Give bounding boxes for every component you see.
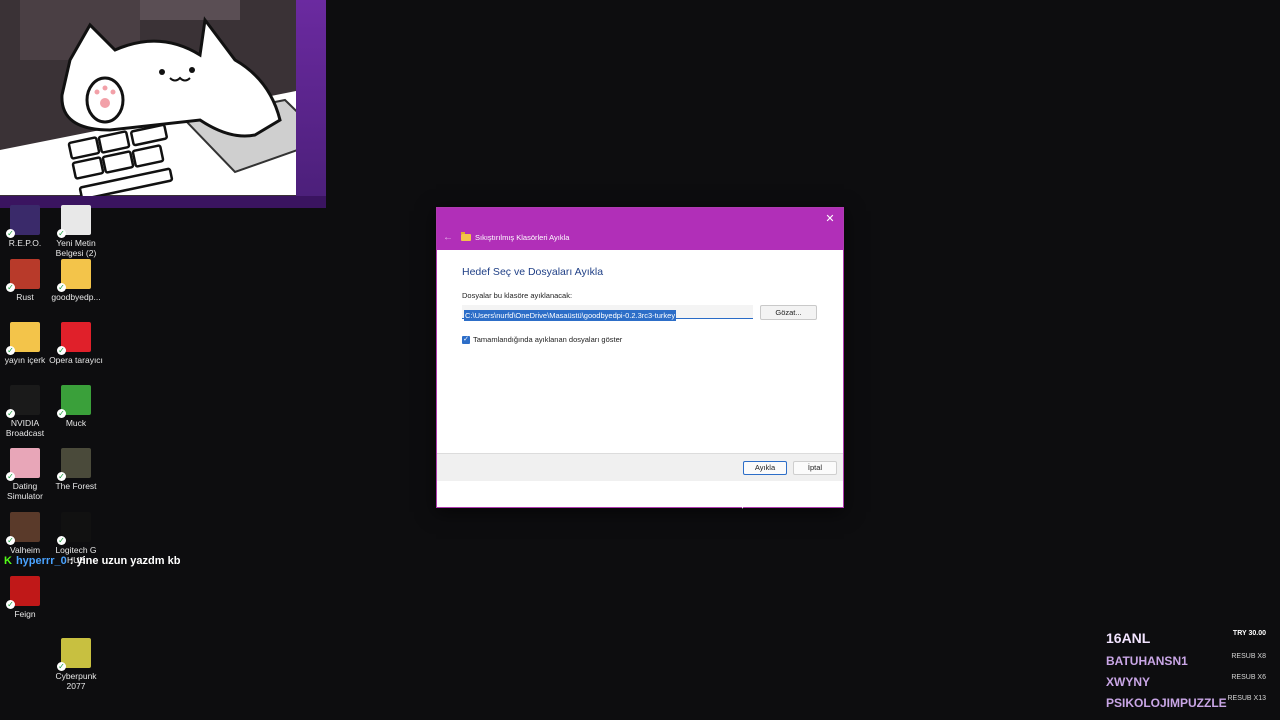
destination-label: Dosyalar bu klasöre ayıklanacak: — [462, 291, 573, 300]
cancel-button[interactable]: İptal — [793, 461, 837, 475]
dialog-body: Hedef Seç ve Dosyaları Ayıkla Dosyalar b… — [437, 250, 843, 481]
desktop-icon[interactable]: ✓ NVIDIA Broadcast — [0, 385, 54, 438]
supporter-detail: RESUB X6 — [1231, 674, 1266, 681]
desktop-icon[interactable]: ✓ Cyberpunk 2077 — [47, 638, 105, 691]
repo-game-icon: ✓ — [6, 205, 40, 238]
logitech-ghub-icon: ✓ — [57, 512, 91, 545]
sync-check-icon: ✓ — [57, 409, 66, 418]
supporter-name: PSIKOLOJIMPUZZLE — [1106, 696, 1227, 710]
sync-check-icon: ✓ — [57, 283, 66, 292]
browse-button[interactable]: Gözat... — [760, 305, 817, 320]
supporter-detail: TRY 30.00 — [1232, 630, 1266, 637]
dialog-footer: Ayıkla İptal — [437, 453, 843, 481]
sync-check-icon: ✓ — [6, 472, 15, 481]
desktop-icon[interactable]: ✓ goodbyedp... — [47, 259, 105, 302]
feign-game-icon: ✓ — [6, 576, 40, 609]
cat-typing-illustration — [0, 0, 326, 208]
chat-username: hyperrr_0 — [15, 555, 67, 567]
dialog-titlebar: ✕ ← Sıkıştırılmış Klasörleri Ayıkla — [437, 208, 843, 250]
mouse-cursor-icon — [742, 501, 747, 509]
desktop-icon[interactable]: ✓ Feign — [0, 576, 54, 619]
desktop-icon[interactable]: ✓ Opera tarayıcı — [47, 322, 105, 365]
sync-check-icon: ✓ — [6, 283, 15, 292]
supporter-name: XWYNY — [1106, 675, 1151, 689]
desktop-icon-label: Muck — [65, 418, 87, 428]
desktop-icon-label: Feign — [14, 609, 36, 619]
desktop-icon[interactable]: ✓ The Forest — [47, 448, 105, 491]
muck-game-icon: ✓ — [57, 385, 91, 418]
sync-check-icon: ✓ — [57, 536, 66, 545]
purple-frame-bar — [296, 0, 326, 208]
desktop-icon[interactable]: ✓ R.E.P.O. — [0, 205, 54, 248]
back-arrow-icon[interactable]: ← — [443, 232, 453, 243]
supporter-row: XWYNY RESUB X6 — [1100, 672, 1276, 693]
desktop-icon-label: Opera tarayıcı — [49, 355, 103, 365]
desktop-icon[interactable]: ✓ yayın içerk — [0, 322, 54, 365]
close-icon[interactable]: ✕ — [823, 212, 837, 226]
rust-game-icon: ✓ — [6, 259, 40, 292]
extract-dialog: ✕ ← Sıkıştırılmış Klasörleri Ayıkla Hede… — [436, 207, 844, 508]
dating-simulator-icon: ✓ — [6, 448, 40, 481]
sync-check-icon: ✓ — [6, 409, 15, 418]
sync-check-icon: ✓ — [6, 229, 15, 238]
supporter-row: BATUHANSN1 RESUB X8 — [1100, 651, 1276, 672]
cyberpunk-icon: ✓ — [57, 638, 91, 671]
supporter-name: BATUHANSN1 — [1106, 654, 1188, 668]
dialog-title: Sıkıştırılmış Klasörleri Ayıkla — [475, 233, 570, 242]
desktop-icon[interactable]: ✓ Yeni Metin Belgesi (2) — [47, 205, 105, 258]
folder-icon: ✓ — [57, 259, 91, 292]
supporter-detail: RESUB X13 — [1227, 695, 1266, 702]
supporter-detail: RESUB X8 — [1231, 653, 1266, 660]
folder-icon: ✓ — [6, 322, 40, 355]
desktop-icon-label: Cyberpunk 2077 — [55, 671, 97, 691]
desktop-icon[interactable]: ✓ Muck — [47, 385, 105, 428]
the-forest-icon: ✓ — [57, 448, 91, 481]
show-files-label: Tamamlandığında ayıklanan dosyaları göst… — [473, 335, 623, 344]
desktop-icon-label: Valheim — [9, 545, 41, 555]
kick-badge-icon: K — [4, 555, 12, 567]
valheim-icon: ✓ — [6, 512, 40, 545]
destination-path-text: C:\Users\nurfd\OneDrive\Masaüstü\goodbye… — [464, 310, 677, 321]
supporter-row: PSIKOLOJIMPUZZLE RESUB X13 — [1100, 693, 1276, 714]
supporter-row: 16ANL TRY 30.00 — [1100, 624, 1276, 651]
supporters-list: 16ANL TRY 30.00 BATUHANSN1 RESUB X8 XWYNY RES… — [1100, 624, 1276, 714]
opera-icon: ✓ — [57, 322, 91, 355]
sync-check-icon: ✓ — [6, 346, 15, 355]
extract-button[interactable]: Ayıkla — [743, 461, 787, 475]
chat-text: yine uzun yazdm kb — [76, 555, 181, 567]
sync-check-icon: ✓ — [57, 346, 66, 355]
sync-check-icon: ✓ — [57, 229, 66, 238]
desktop-icon-label: R.E.P.O. — [8, 238, 42, 248]
sync-check-icon: ✓ — [6, 600, 15, 609]
webcam-overlay — [0, 0, 326, 208]
sync-check-icon: ✓ — [6, 536, 15, 545]
desktop-icon-label: NVIDIA Broadcast — [5, 418, 45, 438]
text-document-icon: ✓ — [57, 205, 91, 238]
nvidia-broadcast-icon: ✓ — [6, 385, 40, 418]
desktop-icon-label: The Forest — [55, 481, 97, 491]
show-files-option[interactable]: ✓ Tamamlandığında ayıklanan dosyaları gö… — [462, 335, 622, 344]
desktop-icon[interactable]: ✓ Rust — [0, 259, 54, 302]
chat-message: Khyperrr_0 : yine uzun yazdm kb — [4, 555, 180, 567]
desktop-icon-label: Dating Simulator — [7, 481, 43, 501]
dialog-heading: Hedef Seç ve Dosyaları Ayıkla — [462, 266, 604, 278]
desktop-icon-label: yayın içerk — [4, 355, 46, 365]
show-files-checkbox[interactable]: ✓ — [462, 335, 470, 344]
desktop-icon-label: goodbyedp... — [51, 292, 101, 302]
sync-check-icon: ✓ — [57, 662, 66, 671]
desktop-icon[interactable]: ✓ Valheim — [0, 512, 54, 555]
folder-icon — [461, 232, 471, 241]
desktop-icon[interactable]: ✓ Dating Simulator — [0, 448, 54, 501]
chat-separator: : — [66, 555, 77, 567]
desktop-icon-label: Rust — [16, 292, 34, 302]
destination-path-input[interactable]: C:\Users\nurfd\OneDrive\Masaüstü\goodbye… — [462, 305, 753, 321]
desktop-icon-label: Yeni Metin Belgesi (2) — [55, 238, 97, 258]
supporter-name: 16ANL — [1106, 630, 1151, 646]
sync-check-icon: ✓ — [57, 472, 66, 481]
